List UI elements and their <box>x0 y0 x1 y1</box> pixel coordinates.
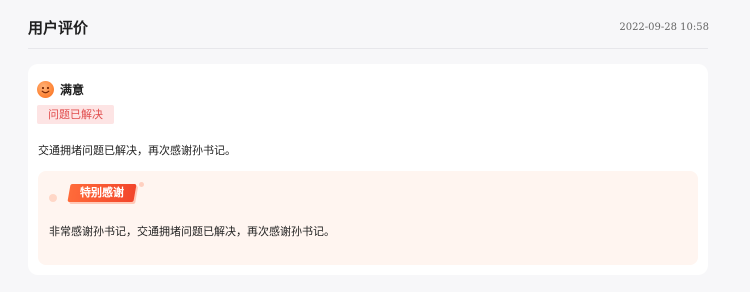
rating-label: 满意 <box>60 82 85 97</box>
page-title: 用户评价 <box>28 19 89 37</box>
review-card: 满意 问题已解决 交通拥堵问题已解决，再次感谢孙书记。 特别感谢 非常感谢孙书记… <box>28 64 708 275</box>
smile-face-icon <box>37 80 54 98</box>
review-timestamp: 2022-09-28 10:58 <box>619 22 709 33</box>
special-thanks-box: 特别感谢 非常感谢孙书记，交通拥堵问题已解决，再次感谢孙书记。 <box>38 171 698 265</box>
decor-dot-small <box>139 182 144 187</box>
special-thanks-badge: 特别感谢 <box>80 186 124 199</box>
rating-row: 满意 <box>37 80 84 98</box>
decor-dot <box>49 194 57 202</box>
resolved-tag: 问题已解决 <box>37 105 114 124</box>
page-header: 用户评价 2022-09-28 10:58 <box>0 0 750 50</box>
special-thanks-content: 非常感谢孙书记，交通拥堵问题已解决，再次感谢孙书记。 <box>49 225 335 238</box>
review-content: 交通拥堵问题已解决，再次感谢孙书记。 <box>38 144 236 157</box>
header-divider <box>28 48 708 49</box>
